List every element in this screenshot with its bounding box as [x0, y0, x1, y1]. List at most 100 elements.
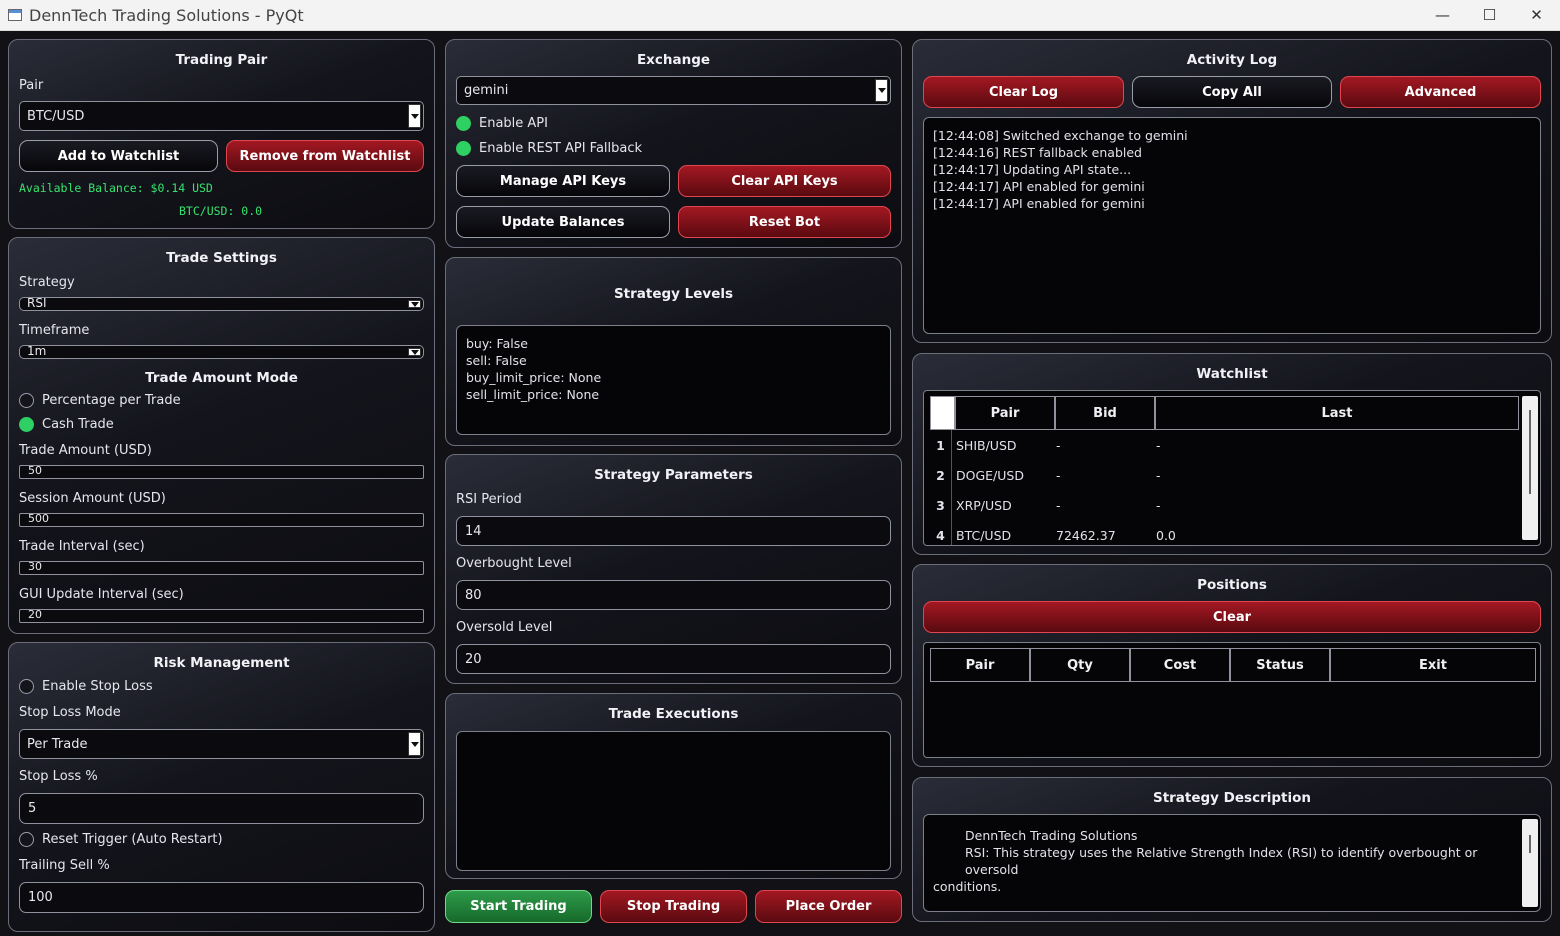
column-header-qty[interactable]: Qty: [1030, 648, 1130, 682]
chevron-down-icon[interactable]: [408, 300, 421, 308]
cell-pair: BTC/USD: [956, 527, 1012, 543]
column-header-pair[interactable]: Pair: [930, 648, 1030, 682]
watchlist-title: Watchlist: [1196, 366, 1268, 382]
add-to-watchlist-button[interactable]: Add to Watchlist: [19, 140, 218, 172]
column-header-bid[interactable]: Bid: [1055, 396, 1155, 430]
scrollbar-thumb[interactable]: [1529, 835, 1531, 853]
enable-rest-fallback-label: Enable REST API Fallback: [479, 141, 643, 156]
clear-log-button[interactable]: Clear Log: [923, 76, 1124, 108]
trade-executions-panel: Trade Executions: [445, 693, 902, 879]
strategy-levels-panel: Strategy Levels buy: False sell: False b…: [445, 257, 902, 446]
trade-interval-input[interactable]: 30: [19, 561, 424, 575]
exchange-select[interactable]: gemini: [456, 76, 891, 105]
checkbox-indicator: [19, 832, 34, 847]
positions-panel: Positions Clear Pair Qty Cost Status Exi…: [912, 564, 1552, 767]
column-header-cost[interactable]: Cost: [1130, 648, 1230, 682]
row-number: 4: [930, 520, 952, 545]
cell-pair: XRP/USD: [956, 497, 1012, 513]
column-header-pair[interactable]: Pair: [955, 396, 1055, 430]
start-trading-button[interactable]: Start Trading: [445, 890, 592, 923]
column-header-last[interactable]: Last: [1155, 396, 1519, 430]
manage-api-keys-button[interactable]: Manage API Keys: [456, 165, 670, 197]
strategy-level-line: sell: False: [466, 353, 527, 368]
session-amount-input[interactable]: 500: [19, 513, 424, 527]
cash-trade-radio[interactable]: Cash Trade: [19, 417, 114, 432]
activity-log-display: [12:44:08] Switched exchange to gemini […: [923, 117, 1541, 334]
remove-from-watchlist-button[interactable]: Remove from Watchlist: [226, 140, 424, 172]
reset-bot-button[interactable]: Reset Bot: [678, 206, 891, 238]
trailing-sell-input[interactable]: 100: [19, 882, 424, 913]
stop-loss-mode-label: Stop Loss Mode: [19, 705, 121, 720]
trade-amount-input[interactable]: 50: [19, 465, 424, 479]
pair-price-text: BTC/USD: 0.0: [179, 204, 263, 218]
stop-trading-button[interactable]: Stop Trading: [600, 890, 747, 923]
reset-trigger-checkbox[interactable]: Reset Trigger (Auto Restart): [19, 832, 223, 847]
oversold-input[interactable]: 20: [456, 644, 891, 674]
enable-rest-fallback-checkbox[interactable]: Enable REST API Fallback: [456, 141, 642, 156]
gui-update-interval-label: GUI Update Interval (sec): [19, 587, 184, 602]
percentage-per-trade-radio[interactable]: Percentage per Trade: [19, 393, 181, 408]
table-row[interactable]: 4 BTC/USD 72462.37 0.0: [930, 520, 1518, 545]
minimize-icon[interactable]: —: [1419, 0, 1466, 31]
chevron-down-icon[interactable]: [408, 732, 421, 756]
strategy-level-line: sell_limit_price: None: [466, 387, 600, 402]
trade-executions-title: Trade Executions: [608, 706, 739, 722]
close-icon[interactable]: ✕: [1513, 0, 1560, 31]
checkbox-indicator: [456, 141, 471, 156]
strategy-select[interactable]: RSI: [19, 297, 424, 311]
positions-header: Pair Qty Cost Status Exit: [930, 648, 1536, 682]
trade-interval-label: Trade Interval (sec): [19, 539, 145, 554]
chevron-down-icon[interactable]: [408, 348, 421, 356]
description-text-continued: conditions.: [933, 879, 1002, 894]
column-header-status[interactable]: Status: [1230, 648, 1330, 682]
timeframe-select[interactable]: 1m: [19, 345, 424, 359]
stop-loss-pct-input[interactable]: 5: [19, 793, 424, 824]
stop-loss-mode-select[interactable]: Per Trade: [19, 729, 424, 759]
activity-log-title: Activity Log: [1186, 52, 1278, 68]
update-balances-button[interactable]: Update Balances: [456, 206, 670, 238]
enable-stop-loss-checkbox[interactable]: Enable Stop Loss: [19, 679, 153, 694]
trading-pair-title: Trading Pair: [175, 52, 268, 68]
log-line: [12:44:17] API enabled for gemini: [933, 179, 1145, 194]
strategy-level-line: buy: False: [466, 336, 528, 351]
risk-management-title: Risk Management: [153, 655, 290, 671]
watchlist-panel: Watchlist Pair Bid Last 1 SHIB/USD - - 2…: [912, 353, 1552, 555]
gui-update-interval-input[interactable]: 20: [19, 609, 424, 623]
rsi-period-label: RSI Period: [456, 492, 522, 507]
advanced-button[interactable]: Advanced: [1340, 76, 1541, 108]
table-row[interactable]: 1 SHIB/USD - -: [930, 430, 1518, 460]
strategy-select-value: RSI: [27, 297, 47, 310]
clear-positions-button[interactable]: Clear: [923, 601, 1541, 633]
log-line: [12:44:08] Switched exchange to gemini: [933, 128, 1188, 143]
log-line: [12:44:17] Updating API state...: [933, 162, 1132, 177]
trade-amount-mode-title: Trade Amount Mode: [145, 370, 298, 386]
row-number: 1: [930, 430, 952, 460]
reset-trigger-label: Reset Trigger (Auto Restart): [42, 832, 223, 847]
chevron-down-icon[interactable]: [408, 104, 421, 128]
watchlist-scrollbar[interactable]: [1522, 396, 1538, 540]
table-row[interactable]: 3 XRP/USD - -: [930, 490, 1518, 520]
table-row[interactable]: 2 DOGE/USD - -: [930, 460, 1518, 490]
description-heading: DennTech Trading Solutions: [965, 828, 1138, 843]
strategy-label: Strategy: [19, 275, 75, 290]
column-header-exit[interactable]: Exit: [1330, 648, 1536, 682]
copy-all-button[interactable]: Copy All: [1132, 76, 1332, 108]
scrollbar-thumb[interactable]: [1529, 410, 1531, 494]
overbought-label: Overbought Level: [456, 556, 572, 571]
description-scrollbar[interactable]: [1522, 819, 1538, 907]
chevron-down-icon[interactable]: [875, 79, 888, 102]
place-order-button[interactable]: Place Order: [755, 890, 902, 923]
cell-pair: DOGE/USD: [956, 467, 1024, 483]
overbought-input[interactable]: 80: [456, 580, 891, 610]
cell-bid: -: [1056, 467, 1061, 483]
strategy-description-title: Strategy Description: [1152, 790, 1312, 806]
exchange-select-value: gemini: [464, 83, 509, 98]
maximize-icon[interactable]: ☐: [1466, 0, 1513, 31]
pair-select[interactable]: BTC/USD: [19, 101, 424, 131]
positions-title: Positions: [1197, 577, 1267, 593]
clear-api-keys-button[interactable]: Clear API Keys: [678, 165, 891, 197]
enable-api-checkbox[interactable]: Enable API: [456, 116, 548, 131]
pair-label: Pair: [19, 78, 44, 93]
rsi-period-input[interactable]: 14: [456, 516, 891, 546]
checkbox-indicator: [456, 116, 471, 131]
